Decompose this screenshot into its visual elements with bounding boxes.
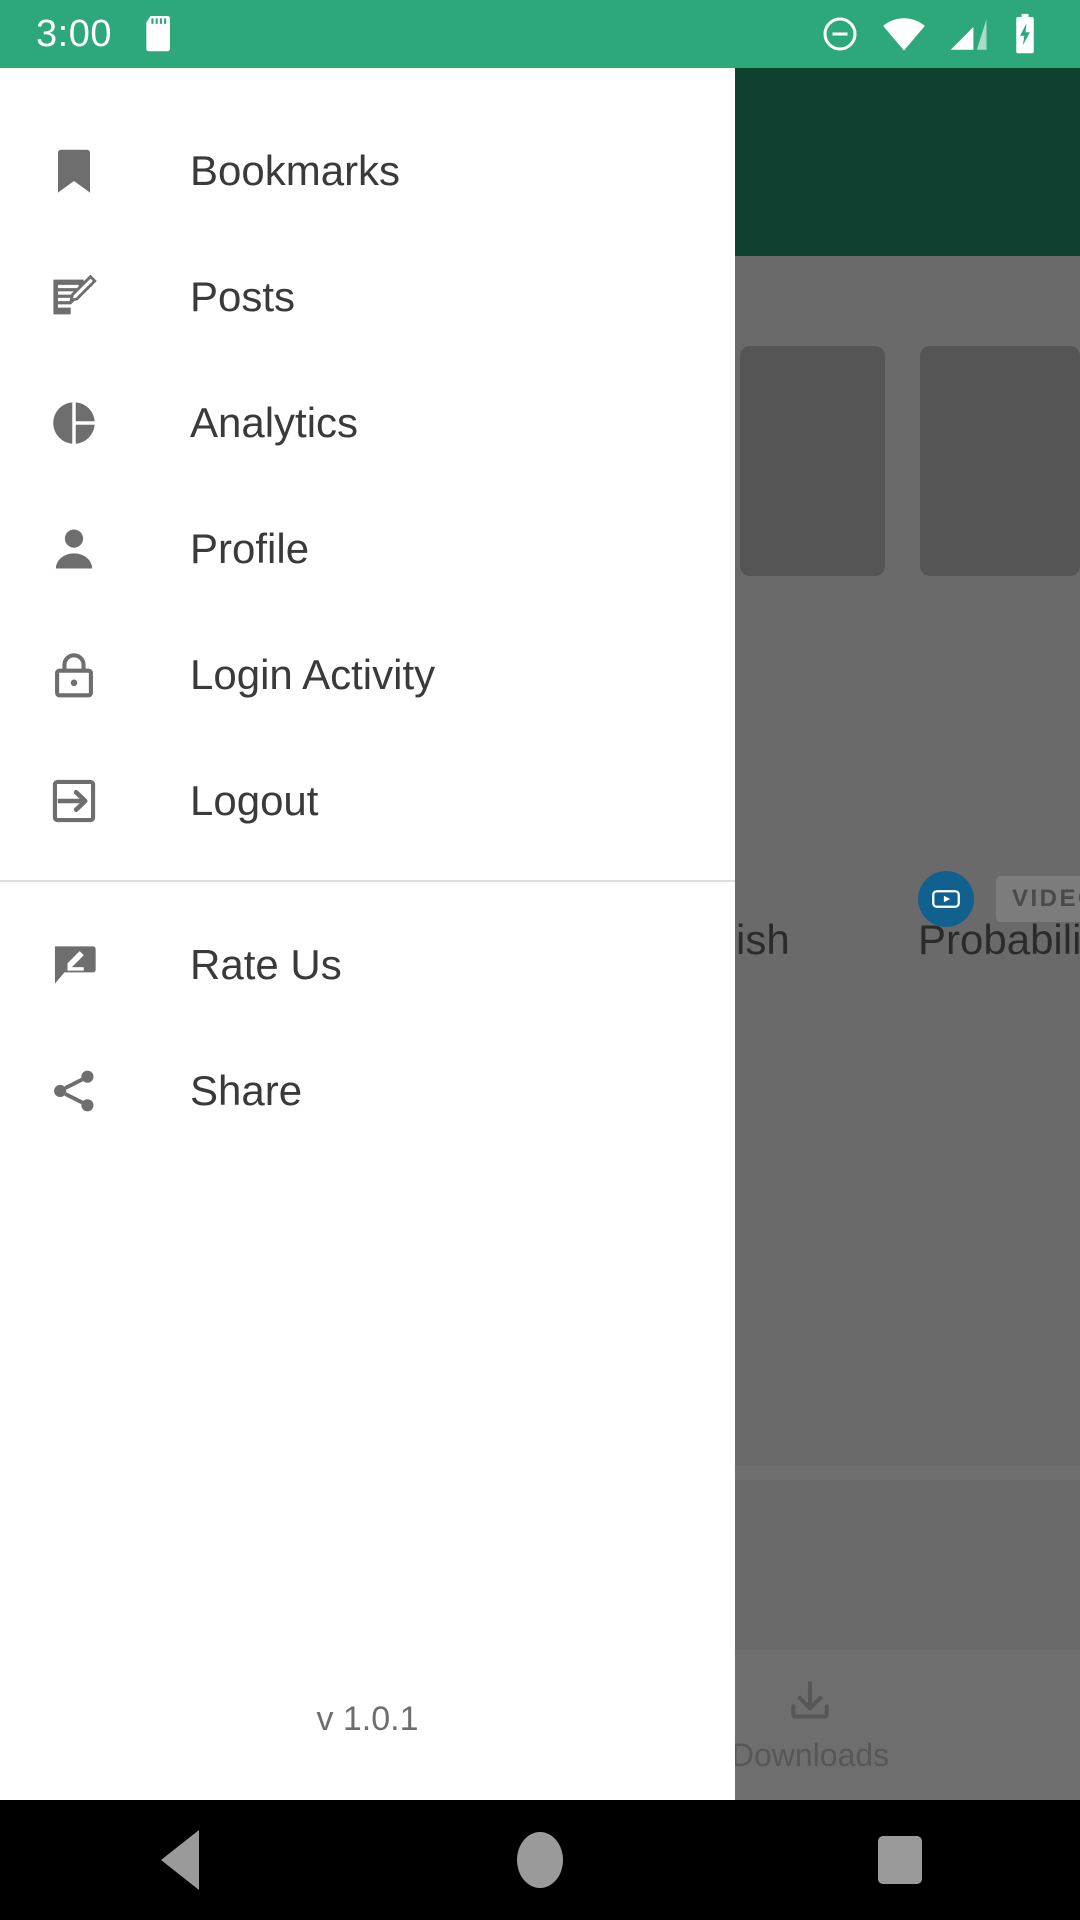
drawer-divider [0,880,735,882]
home-circle-icon [517,1832,563,1888]
back-triangle-icon [161,1830,199,1890]
status-bar-icons [820,0,1038,68]
person-icon [48,523,124,575]
recents-square-icon [878,1836,922,1884]
drawer-label-login-activity: Login Activity [190,651,436,698]
drawer-item-posts[interactable]: Posts [0,234,735,360]
drawer-label-logout: Logout [190,777,319,824]
drawer-item-logout[interactable]: Logout [0,738,735,864]
drawer-label-posts: Posts [190,273,296,320]
battery-charging-icon [1016,13,1034,54]
lock-icon [48,649,124,701]
share-icon [48,1065,124,1117]
android-system-navigation-bar [0,1800,1080,1920]
drawer-item-share[interactable]: Share [0,1028,735,1154]
android-recents-button[interactable] [720,1836,1080,1884]
pie-chart-icon [48,397,124,449]
navigation-drawer: 3:00 Bookmarks Posts Analytics Profile L… [0,0,735,1800]
cellular-signal-icon [950,19,987,50]
sd-card-icon [142,15,176,53]
android-home-button[interactable] [360,1832,720,1888]
drawer-item-analytics[interactable]: Analytics [0,360,735,486]
status-bar-clock: 3:00 [36,12,112,55]
drawer-item-login-activity[interactable]: Login Activity [0,612,735,738]
drawer-label-bookmarks: Bookmarks [190,147,401,194]
rate-review-icon [48,939,124,991]
drawer-item-bookmarks[interactable]: Bookmarks [0,108,735,234]
post-edit-icon [48,271,124,323]
do-not-disturb-icon [823,17,857,51]
drawer-item-profile[interactable]: Profile [0,486,735,612]
drawer-label-profile: Profile [190,525,310,572]
wifi-icon [883,18,925,51]
drawer-label-analytics: Analytics [190,399,359,446]
drawer-label-rate-us: Rate Us [190,941,342,988]
logout-icon [48,775,124,827]
drawer-label-share: Share [190,1067,303,1114]
drawer-menu-list: Bookmarks Posts Analytics Profile Login … [0,68,735,1154]
android-back-button[interactable] [0,1830,360,1890]
bookmark-icon [48,145,124,197]
app-version-label: v 1.0.1 [316,1700,419,1738]
drawer-status-bar: 3:00 [0,0,735,68]
drawer-item-rate-us[interactable]: Rate Us [0,902,735,1028]
